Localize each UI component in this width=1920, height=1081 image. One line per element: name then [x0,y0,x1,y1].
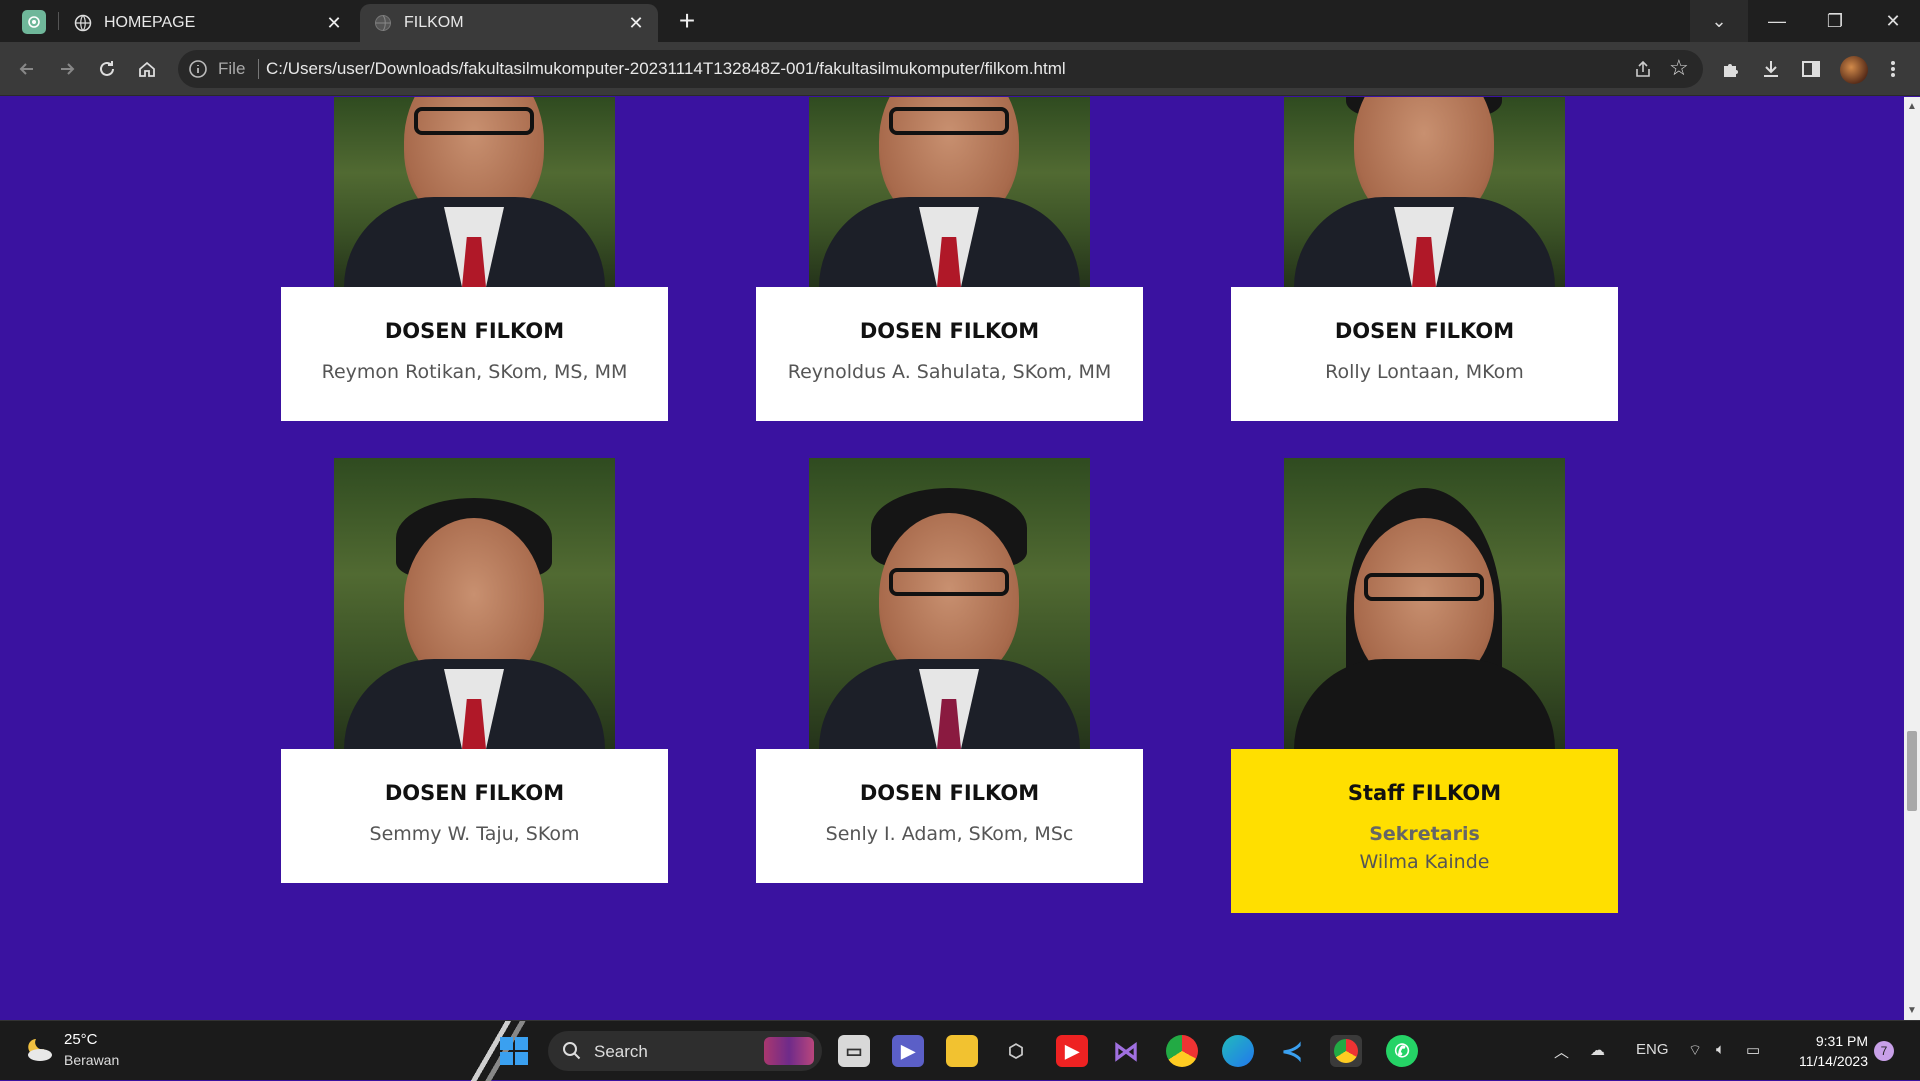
tab-separator [58,12,59,30]
restore-window-icon[interactable]: ❐ [1806,0,1864,42]
search-icon [563,1042,581,1060]
staff-title: DOSEN FILKOM [384,319,565,343]
url-text[interactable]: C:/Users/user/Downloads/fakultasilmukomp… [266,59,1066,79]
language-indicator[interactable]: ENG [1636,1041,1669,1058]
staff-title: Staff FILKOM [1347,781,1502,805]
minimize-window-icon[interactable]: — [1748,0,1806,42]
extensions-puzzle-icon[interactable] [1718,56,1744,82]
teams-chat-icon[interactable]: ▶ [892,1035,924,1067]
show-hidden-icons-chevron-icon[interactable]: ︿ [1554,1041,1569,1062]
staff-info-box: DOSEN FILKOM Senly I. Adam, SKom, MSc [756,749,1143,883]
edge-icon[interactable] [1222,1035,1254,1067]
address-bar[interactable]: File C:/Users/user/Downloads/fakultasilm… [178,50,1703,88]
weather-temperature: 25°C [64,1031,98,1048]
staff-title: DOSEN FILKOM [384,781,565,805]
share-icon[interactable] [1633,59,1653,79]
staff-photo [1284,458,1565,749]
tab-title: HOMEPAGE [104,14,196,31]
globe-icon [375,15,391,31]
download-icon[interactable] [1758,56,1784,82]
page-content: DOSEN FILKOM Reymon Rotikan, SKom, MS, M… [0,97,1904,1020]
battery-icon[interactable]: ▭ [1746,1041,1760,1059]
new-tab-button[interactable]: + [672,6,702,36]
more-menu-icon[interactable] [1880,56,1906,82]
search-label: Search [594,1042,648,1061]
chrome-active-icon[interactable] [1330,1035,1362,1067]
address-divider [258,59,259,79]
reload-icon[interactable] [92,54,122,84]
scroll-down-arrow-icon[interactable]: ▼ [1907,1005,1917,1016]
side-panel-icon[interactable] [1798,56,1824,82]
file-explorer-icon[interactable] [946,1035,978,1067]
staff-name: Reynoldus A. Sahulata, SKom, MM [787,361,1112,383]
wifi-icon[interactable]: ⌔ [1688,1041,1702,1060]
clock-time: 9:31 PM [1815,1033,1868,1049]
staff-info-box: DOSEN FILKOM Semmy W. Taju, SKom [281,749,668,883]
profile-avatar[interactable] [1840,56,1868,84]
globe-icon [74,14,92,32]
staff-photo [1284,97,1565,287]
staff-title: DOSEN FILKOM [859,781,1040,805]
onedrive-cloud-icon[interactable]: ☁ [1590,1041,1605,1059]
page-scrollbar[interactable]: ▲ ▼ [1904,97,1920,1020]
whatsapp-icon[interactable]: ✆ [1386,1035,1418,1067]
scroll-up-arrow-icon[interactable]: ▲ [1907,101,1917,112]
staff-role: Sekretaris [1369,823,1480,845]
staff-photo [809,97,1090,287]
staff-photo [334,458,615,749]
staff-name: Reymon Rotikan, SKom, MS, MM [321,361,628,383]
search-highlight-image [764,1037,814,1065]
staff-info-box: DOSEN FILKOM Rolly Lontaan, MKom [1231,287,1618,421]
forward-arrow-icon[interactable] [52,54,82,84]
system-clock[interactable]: 9:31 PM 11/14/2023 [1788,1031,1868,1071]
task-view-icon[interactable]: ▭ [838,1035,870,1067]
staff-title: DOSEN FILKOM [1334,319,1515,343]
scrollbar-thumb[interactable] [1907,731,1917,811]
home-icon[interactable] [132,54,162,84]
browser-tab-bar: HOMEPAGE ✕ FILKOM ✕ + ⌄ — ❐ ✕ [0,0,1920,42]
vscode-icon[interactable]: ≺ [1276,1035,1308,1067]
staff-photo [334,97,615,287]
url-scheme-label: File [218,59,246,78]
info-icon[interactable] [188,59,208,79]
tab-search-dropdown-icon[interactable]: ⌄ [1690,0,1748,42]
staff-info-box: DOSEN FILKOM Reymon Rotikan, SKom, MS, M… [281,287,668,421]
staff-name: Wilma Kainde [1359,851,1490,873]
volume-icon[interactable]: 🔈︎ [1716,1041,1725,1058]
close-window-icon[interactable]: ✕ [1864,0,1920,42]
start-windows-icon[interactable] [500,1037,528,1065]
staff-title: DOSEN FILKOM [859,319,1040,343]
youtube-icon[interactable]: ▶ [1056,1035,1088,1067]
tab-homepage[interactable]: HOMEPAGE ✕ [74,4,356,42]
staff-name: Senly I. Adam, SKom, MSc [825,823,1074,845]
staff-info-box-highlighted: Staff FILKOM Sekretaris Wilma Kainde [1231,749,1618,913]
weather-condition: Berawan [64,1052,120,1068]
tab-filkom[interactable]: FILKOM ✕ [360,4,658,42]
tab-close-icon[interactable]: ✕ [626,13,646,33]
visual-studio-icon[interactable]: ⋈ [1110,1035,1142,1067]
back-arrow-icon[interactable] [12,54,42,84]
unity-icon[interactable]: ⬡ [1000,1035,1032,1067]
taskbar-search-box[interactable]: Search [548,1031,822,1071]
notification-badge[interactable]: 7 [1874,1041,1894,1061]
tab-title: FILKOM [404,14,464,31]
staff-name: Rolly Lontaan, MKom [1325,361,1524,383]
chrome-icon[interactable] [1166,1035,1198,1067]
staff-photo [809,458,1090,749]
staff-info-box: DOSEN FILKOM Reynoldus A. Sahulata, SKom… [756,287,1143,421]
partly-cloudy-night-icon[interactable] [22,1035,54,1063]
browser-toolbar: File C:/Users/user/Downloads/fakultasilm… [0,42,1920,96]
bookmark-star-icon[interactable]: ☆ [1669,57,1691,79]
chatgpt-app-icon[interactable] [22,10,46,34]
staff-name: Semmy W. Taju, SKom [369,823,580,845]
tab-close-icon[interactable]: ✕ [324,13,344,33]
clock-date: 11/14/2023 [1798,1053,1868,1069]
windows-taskbar: 25°C Berawan Search ▭ ▶ ⬡ ▶ ⋈ ≺ ✆ ︿ ☁ EN… [0,1020,1920,1081]
